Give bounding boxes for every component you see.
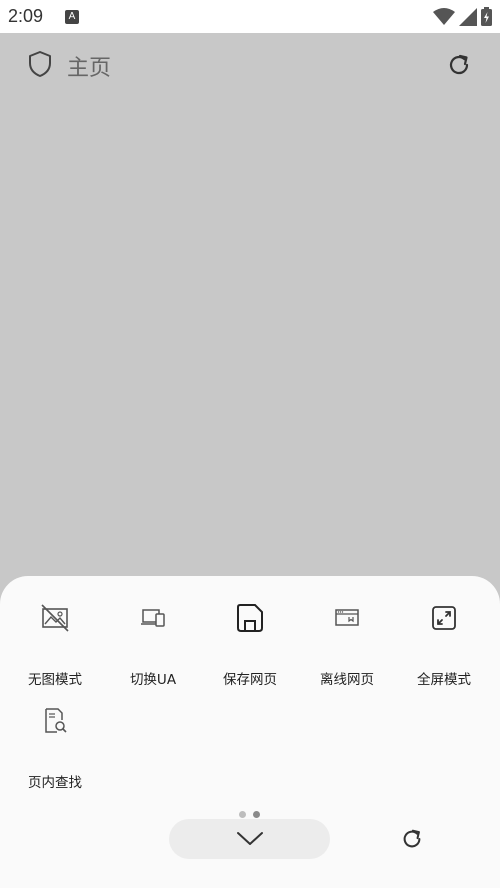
bottom-menu-sheet: 无图模式 切换UA 保存网页 离线网页 全屏模式 页内查找 — [0, 576, 500, 888]
menu-item-find-in-page[interactable]: 页内查找 — [5, 691, 105, 791]
fullscreen-icon — [394, 588, 494, 648]
save-icon — [200, 588, 300, 648]
app-notification-icon: A — [65, 10, 79, 24]
no-image-icon — [5, 588, 105, 648]
find-in-page-icon — [5, 691, 105, 751]
offline-page-icon — [297, 588, 397, 648]
chevron-down-icon — [236, 832, 263, 845]
reload-icon[interactable] — [446, 52, 472, 82]
page-indicator — [239, 811, 260, 818]
shield-icon[interactable] — [27, 50, 53, 82]
menu-item-fullscreen[interactable]: 全屏模式 — [394, 588, 494, 688]
page-dot[interactable] — [239, 811, 246, 818]
menu-item-label: 页内查找 — [28, 775, 82, 791]
devices-icon — [103, 588, 203, 648]
menu-item-label: 切换UA — [129, 672, 177, 688]
menu-item-save-page[interactable]: 保存网页 — [200, 588, 300, 688]
menu-item-label: 全屏模式 — [417, 672, 471, 688]
battery-icon — [481, 7, 492, 26]
page-title: 主页 — [67, 56, 112, 81]
menu-item-label: 离线网页 — [320, 672, 374, 688]
header-bar: 主页 — [0, 33, 500, 93]
menu-item-offline-page[interactable]: 离线网页 — [297, 588, 397, 688]
menu-item-switch-ua[interactable]: 切换UA — [103, 588, 203, 688]
status-bar: 2:09 A — [0, 0, 500, 33]
page-dot-active[interactable] — [253, 811, 260, 818]
menu-item-no-image-mode[interactable]: 无图模式 — [5, 588, 105, 688]
status-time: 2:09 — [8, 6, 44, 26]
collapse-menu-button[interactable] — [169, 819, 330, 859]
signal-icon — [459, 7, 477, 26]
menu-item-label: 无图模式 — [28, 672, 82, 688]
refresh-menu-icon[interactable] — [400, 827, 424, 855]
wifi-icon — [433, 7, 455, 25]
menu-item-label: 保存网页 — [223, 672, 277, 688]
status-icons — [433, 7, 492, 26]
